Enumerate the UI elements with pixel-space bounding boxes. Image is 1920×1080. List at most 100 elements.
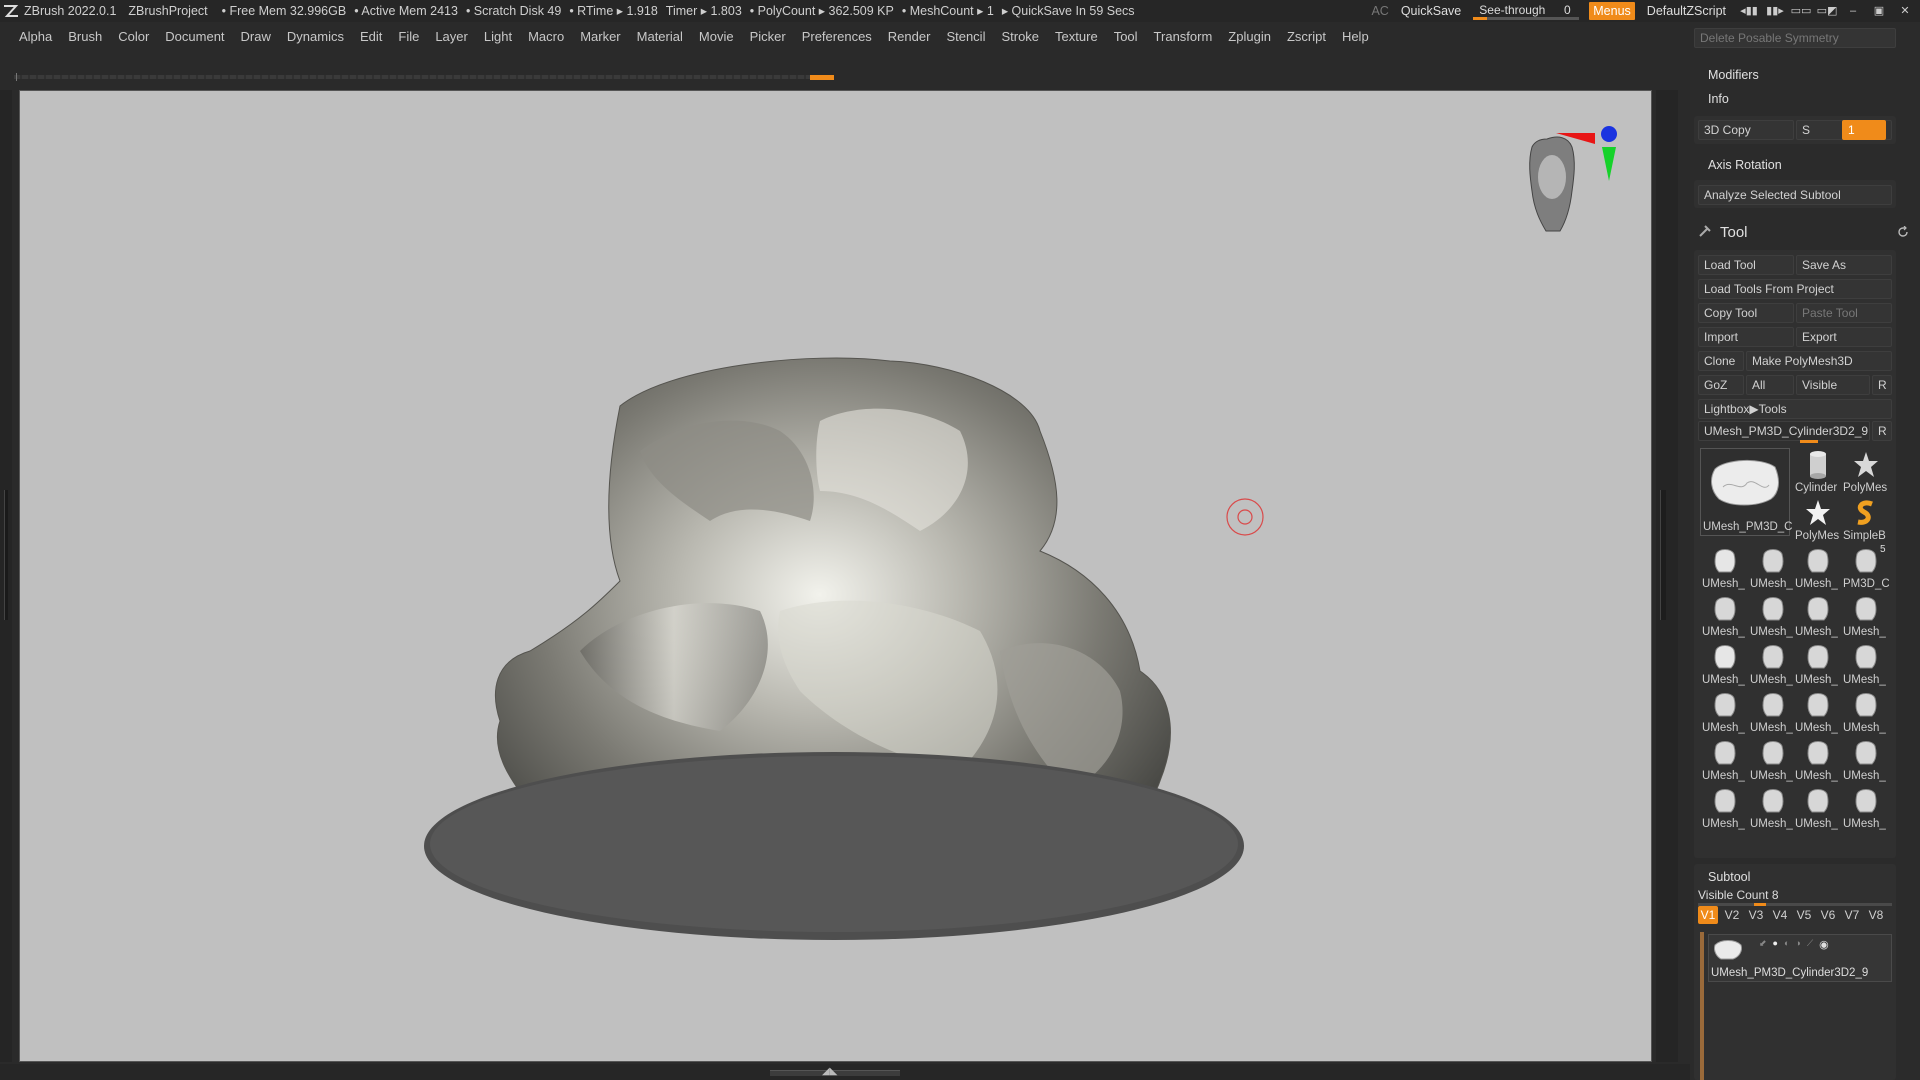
export-button[interactable]: Export [1796,327,1892,347]
goz-all-button[interactable]: All [1746,375,1794,395]
menu-edit[interactable]: Edit [360,29,382,44]
quicksave-button[interactable]: QuickSave [1401,0,1461,22]
menu-stencil[interactable]: Stencil [946,29,985,44]
tool-thumb-item[interactable]: UMesh_ [1750,736,1796,782]
load-tool-button[interactable]: Load Tool [1698,255,1794,275]
visibility-tab-v5[interactable]: V5 [1794,906,1814,924]
tool-thumb-item[interactable]: UMesh_ [1702,544,1748,590]
visibility-tab-v1[interactable]: V1 [1698,906,1718,924]
tool-thumb-item[interactable]: UMesh_ [1702,688,1748,734]
current-tool-r-button[interactable]: R [1872,421,1892,441]
bottom-tray-strip[interactable]: ◢◣ [0,1064,1690,1080]
left-tray-grip[interactable] [4,490,8,620]
tool-thumb-item[interactable]: UMesh_ [1795,736,1841,782]
load-tools-from-project-button[interactable]: Load Tools From Project [1698,279,1892,299]
sculpt-mesh[interactable] [424,357,1244,940]
menu-document[interactable]: Document [165,29,224,44]
navigation-gizmo[interactable] [1529,126,1617,232]
menu-texture[interactable]: Texture [1055,29,1098,44]
visibility-tab-v6[interactable]: V6 [1818,906,1838,924]
menu-layer[interactable]: Layer [435,29,468,44]
right-tray-strip[interactable] [1656,90,1678,1062]
sculpt-viewport[interactable] [20,91,1652,1062]
menu-tool[interactable]: Tool [1114,29,1138,44]
tool-thumb-item[interactable]: UMesh_ [1702,640,1748,686]
tool-thumb-item[interactable]: UMesh_ [1843,688,1889,734]
tool-thumb-item[interactable]: UMesh_ [1795,640,1841,686]
goz-button[interactable]: GoZ [1698,375,1744,395]
tool-thumb-item[interactable]: UMesh_ [1843,736,1889,782]
tool-thumb-item[interactable]: UMesh_ [1795,688,1841,734]
import-button[interactable]: Import [1698,327,1794,347]
menu-draw[interactable]: Draw [241,29,271,44]
current-tool-slider[interactable]: UMesh_PM3D_Cylinder3D2_9 [1698,421,1870,441]
visible-count-slider[interactable]: Visible Count 8 [1698,888,1892,906]
tool-thumb-item[interactable]: UMesh_ [1702,784,1748,830]
minimize-icon[interactable]: ‒ [1842,2,1864,20]
layout-left-icon[interactable]: ◂▮▮ [1738,2,1760,20]
seethrough-slider[interactable]: See-through 0 [1473,1,1580,21]
menus-toggle-button[interactable]: Menus [1589,2,1635,20]
menu-color[interactable]: Color [118,29,149,44]
axis-rotation-label[interactable]: Axis Rotation [1708,158,1782,172]
ac-label[interactable]: AC [1371,0,1388,22]
goz-r-button[interactable]: R [1872,375,1892,395]
ui-swap-icon[interactable]: ▭◩ [1816,2,1838,20]
tool-thumb-simplebrush[interactable]: SimpleB [1843,496,1889,542]
tool-thumb-item[interactable]: UMesh_ [1750,784,1796,830]
menu-brush[interactable]: Brush [68,29,102,44]
visibility-tab-v7[interactable]: V7 [1842,906,1862,924]
subtool-scrollbar[interactable] [1700,932,1704,1080]
modifiers-section-label[interactable]: Modifiers [1708,68,1759,82]
subtool-poly-icon[interactable]: ● [1773,938,1778,950]
right-tray-grip[interactable] [1660,490,1666,620]
delete-posable-symmetry-button[interactable]: Delete Posable Symmetry [1694,28,1896,48]
menu-material[interactable]: Material [637,29,683,44]
document-canvas[interactable] [19,90,1652,1062]
subtool-arrow-icon[interactable]: ⬋ [1759,938,1767,950]
subtool-visibility-icon[interactable]: ◉ [1819,938,1829,951]
tool-palette-header[interactable]: Tool [1720,224,1748,241]
subtool-list-item[interactable]: ⬋ ● ◐ ◑ ⟋ ◉ UMesh_PM3D_Cylinder3D2_9 [1708,934,1892,982]
menu-light[interactable]: Light [484,29,512,44]
menu-movie[interactable]: Movie [699,29,734,44]
shelf-marker[interactable] [810,75,834,80]
tool-thumb-item[interactable]: UMesh_ [1750,640,1796,686]
copy3d-button[interactable]: 3D Copy [1698,120,1794,140]
tool-thumb-polymesh-2[interactable]: PolyMes [1795,496,1841,542]
tool-thumb-item[interactable]: UMesh_ [1750,592,1796,638]
visibility-tab-v4[interactable]: V4 [1770,906,1790,924]
s-slider-value[interactable]: 1 [1842,120,1886,140]
tool-thumb-item[interactable]: UMesh_ [1795,784,1841,830]
goz-visible-button[interactable]: Visible [1796,375,1870,395]
active-tool-thumbnail[interactable]: UMesh_PM3D_C [1700,448,1792,536]
expand-tray-icon[interactable]: ◢◣ [822,1066,837,1077]
info-section-label[interactable]: Info [1708,92,1729,106]
subtool-dynamic-icon[interactable]: ◑ [1795,938,1800,950]
subtool-section-header[interactable]: Subtool [1708,870,1750,884]
tool-thumb-item[interactable]: UMesh_ [1702,736,1748,782]
default-zscript-button[interactable]: DefaultZScript [1647,0,1726,22]
tool-thumb-item[interactable]: UMesh_ [1843,592,1889,638]
tool-thumb-item[interactable]: UMesh_ [1750,688,1796,734]
analyze-selected-subtool-button[interactable]: Analyze Selected Subtool [1698,185,1892,205]
refresh-icon[interactable] [1897,226,1909,238]
menu-zplugin[interactable]: Zplugin [1228,29,1271,44]
menu-dynamics[interactable]: Dynamics [287,29,344,44]
menu-preferences[interactable]: Preferences [802,29,872,44]
gizmo-z-axis[interactable] [1601,126,1617,142]
menu-transform[interactable]: Transform [1154,29,1213,44]
paste-tool-button[interactable]: Paste Tool [1796,303,1892,323]
tool-thumb-polymesh-1[interactable]: PolyMes [1843,448,1889,494]
visibility-tab-v2[interactable]: V2 [1722,906,1742,924]
save-as-button[interactable]: Save As [1796,255,1892,275]
layout-right-icon[interactable]: ▮▮▸ [1764,2,1786,20]
subtool-solo-icon[interactable]: ◐ [1784,938,1789,950]
menu-marker[interactable]: Marker [580,29,620,44]
left-tray-strip[interactable] [0,90,12,1062]
menu-macro[interactable]: Macro [528,29,564,44]
tool-thumb-item[interactable]: UMesh_ [1702,592,1748,638]
menu-picker[interactable]: Picker [750,29,786,44]
tool-thumb-item[interactable]: UMesh_ [1750,544,1796,590]
tool-thumb-cylinder[interactable]: Cylinder [1795,448,1841,494]
